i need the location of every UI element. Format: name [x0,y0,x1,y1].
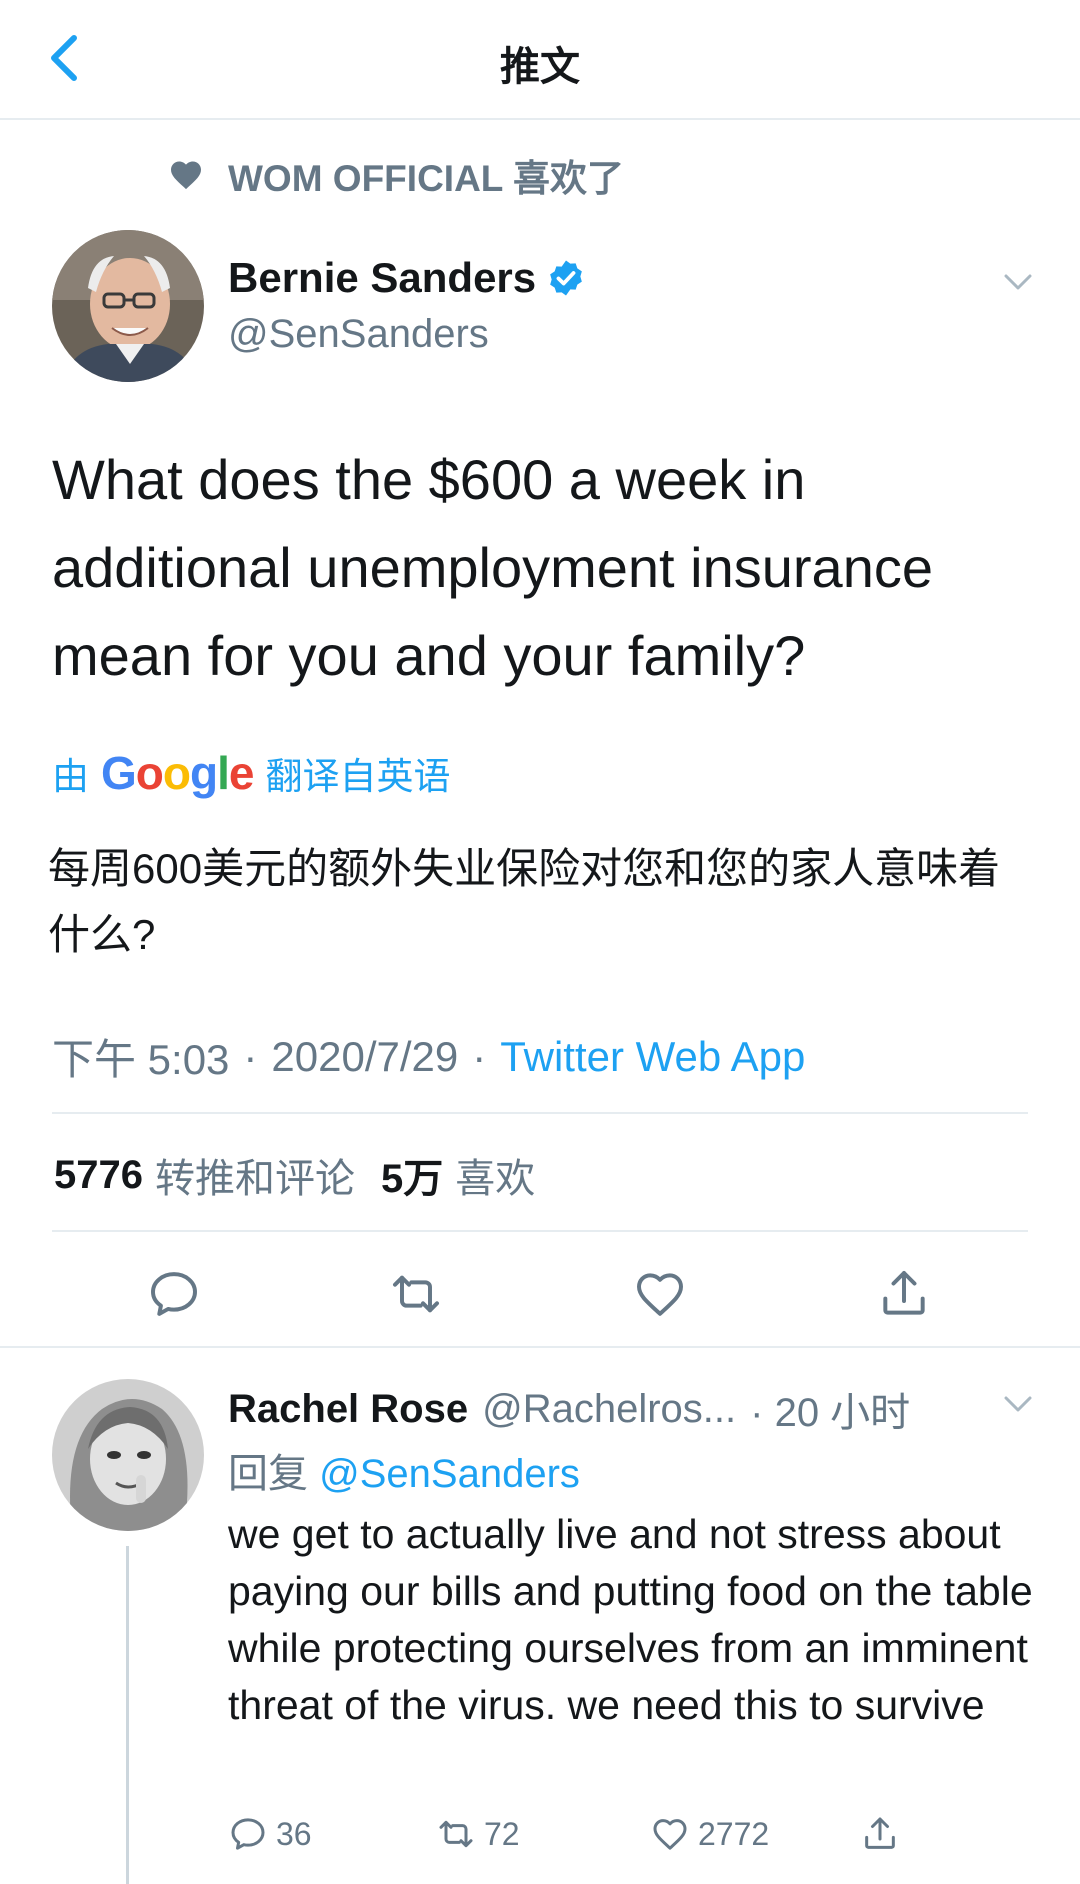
translated-text: 每周600美元的额外失业保险对您和您的家人意味着什么? [48,845,1001,958]
divider [0,1346,1080,1348]
author-name[interactable]: Bernie Sanders [228,254,536,302]
comment-icon [231,1818,265,1850]
likes-label[interactable]: 喜欢 [455,1146,535,1204]
reply-retweet-button[interactable]: 72 [436,1814,520,1854]
reply-author-handle[interactable]: @Rachelros... [482,1387,736,1432]
share-button[interactable] [876,1266,932,1322]
retweets-count[interactable]: 5776 [54,1153,143,1198]
retweets-label[interactable]: 转推和评论 [155,1146,355,1204]
tweet-stats: 5776 转推和评论 5万 喜欢 [54,1146,561,1204]
reply-prefix: 回复 [228,1452,308,1496]
avatar-image [52,1379,204,1531]
reply-button[interactable] [146,1266,202,1322]
reply-share-button[interactable] [860,1814,908,1854]
retweet-icon [439,1820,473,1848]
heart-outline-icon [637,1273,683,1316]
divider [52,1230,1028,1232]
social-context: WOM OFFICIAL 喜欢了 [168,150,624,200]
author-avatar[interactable] [52,230,204,382]
heart-icon [171,161,201,190]
tweet-menu-button[interactable] [998,262,1038,302]
reply-header: Rachel Rose @Rachelros... · 20 小时 [228,1380,910,1438]
verified-badge-icon [550,260,582,296]
share-icon [883,1271,925,1315]
likes-count[interactable]: 5万 [381,1146,443,1204]
retweet-button[interactable] [388,1266,444,1322]
reply-time: · 20 小时 [750,1391,911,1435]
heart-outline-icon [653,1819,687,1850]
reply-like-button[interactable]: 2772 [650,1814,769,1854]
author-name-row[interactable]: Bernie Sanders [228,254,586,302]
chevron-down-icon [1004,1396,1032,1412]
google-logo: Google [101,747,254,799]
share-icon [865,1817,895,1849]
reply-menu-button[interactable] [998,1384,1038,1424]
tweet-meta: 下午 5:03 · 2020/7/29 · Twitter Web App [52,1026,805,1087]
meta-separator: · [243,1032,258,1080]
tweet-source-link[interactable]: Twitter Web App [500,1033,805,1081]
tweet-time: 下午 5:03 [52,1036,230,1083]
divider [52,1112,1028,1114]
tweet-text: What does the $600 a week in additional … [52,448,933,687]
thread-line [126,1546,129,1884]
like-count: 2772 [698,1815,770,1852]
retweet-count: 72 [484,1815,520,1852]
chevron-down-icon [1004,274,1032,290]
translation-link[interactable]: 由 Google 翻译自英语 [52,746,450,800]
page-title: 推文 [500,45,580,89]
social-context-text: WOM OFFICIAL 喜欢了 [228,158,624,199]
author-handle[interactable]: @SenSanders [228,312,489,357]
tweet-date: 2020/7/29 [271,1032,459,1080]
reply-count: 36 [276,1815,312,1852]
reply-author-avatar[interactable] [52,1379,204,1531]
reply-reply-button[interactable]: 36 [228,1814,312,1854]
reply-author-name[interactable]: Rachel Rose [228,1387,468,1432]
meta-separator: · [472,1032,487,1080]
avatar-image [52,230,204,382]
translate-prefix: 由 [52,756,89,797]
translate-suffix: 翻译自英语 [265,756,451,797]
retweet-icon [393,1275,439,1313]
reply-text: we get to actually live and not stress a… [228,1511,1033,1728]
reply-to-handle[interactable]: @SenSanders [319,1452,580,1496]
comment-icon [151,1272,197,1316]
reply-to-line: 回复 @SenSanders [228,1441,580,1499]
like-button[interactable] [632,1266,688,1322]
